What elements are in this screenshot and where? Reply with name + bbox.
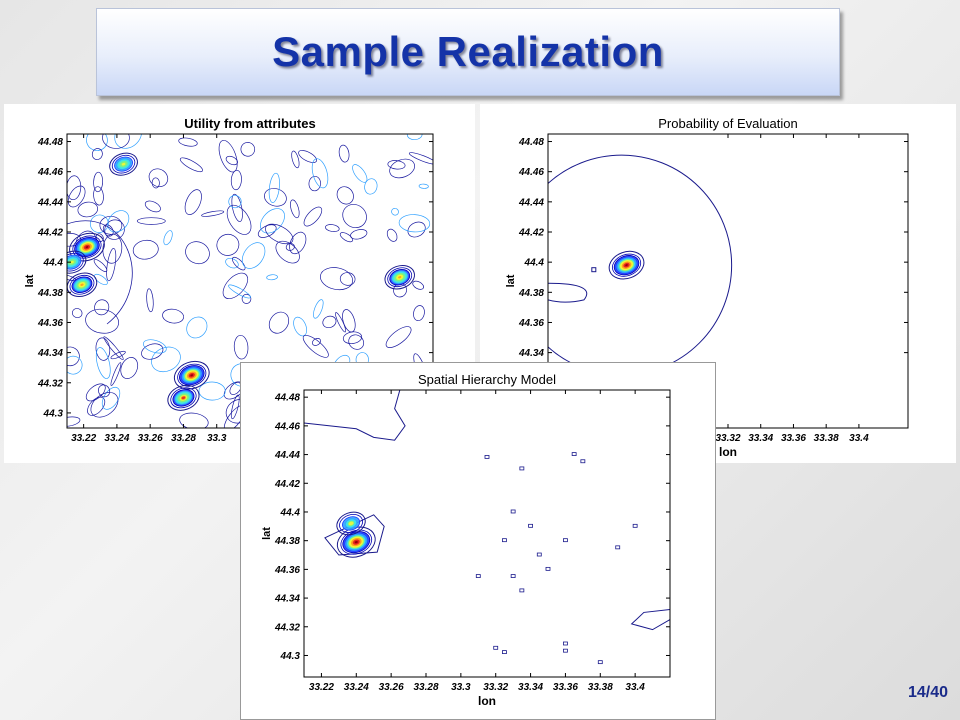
x-tick-label: 33.36 — [781, 433, 806, 444]
y-tick-label: 44.46 — [518, 167, 544, 178]
hotspot-1 — [67, 272, 98, 298]
y-tick-label: 44.34 — [37, 348, 63, 359]
y-tick-label: 44.36 — [518, 318, 544, 329]
x-tick-label: 33.38 — [814, 433, 839, 444]
x-tick-label: 33.4 — [849, 433, 869, 444]
x-tick-label: 33.28 — [413, 682, 438, 693]
chart-title: Spatial Hierarchy Model — [418, 372, 556, 387]
y-tick-label: 44.4 — [524, 258, 545, 269]
y-tick-label: 44.32 — [37, 378, 63, 389]
y-tick-label: 44.48 — [37, 137, 63, 148]
x-tick-label: 33.24 — [344, 682, 369, 693]
y-tick-label: 44.44 — [37, 197, 63, 208]
y-tick-label: 44.3 — [43, 408, 64, 419]
chart-panel-spatial-hierarchy: 33.22 33.24 33.26 33.28 33.3 33.32 33.34 33.36 3… — [240, 362, 716, 720]
y-tick-label: 44.3 — [280, 651, 301, 662]
x-axis-label: lon — [719, 445, 737, 459]
y-tick-label: 44.38 — [274, 536, 300, 547]
hotspot-0 — [608, 250, 645, 280]
x-axis-label: lon — [478, 694, 496, 708]
x-tick-label: 33.32 — [715, 433, 740, 444]
y-tick-label: 44.44 — [274, 450, 300, 461]
x-tick-label: 33.34 — [518, 682, 543, 693]
plot-area — [304, 390, 670, 665]
slide-title-box: Sample Realization — [96, 8, 840, 96]
x-tick-label: 33.34 — [748, 433, 773, 444]
chart-title: Utility from attributes — [184, 116, 315, 131]
y-tick-label: 44.46 — [37, 167, 63, 178]
slide-page-number: 14/40 — [907, 684, 948, 701]
y-tick-label: 44.42 — [274, 479, 300, 490]
x-tick-label: 33.28 — [171, 433, 196, 444]
x-tick-label: 33.3 — [207, 433, 227, 444]
x-tick-label: 33.22 — [71, 433, 96, 444]
slide-title: Sample Realization — [272, 28, 664, 75]
y-tick-label: 44.44 — [518, 197, 544, 208]
x-tick-label: 33.4 — [625, 682, 645, 693]
hotspot-5 — [167, 384, 200, 411]
y-axis-label: lat — [505, 274, 517, 287]
y-tick-label: 44.48 — [274, 393, 300, 404]
chart-spatial-hierarchy-model: 33.22 33.24 33.26 33.28 33.3 33.32 33.34 33.36 3… — [261, 372, 671, 708]
y-tick-label: 44.4 — [280, 507, 301, 518]
y-tick-label: 44.42 — [518, 228, 544, 239]
y-tick-label: 44.36 — [274, 565, 300, 576]
y-axis-label: lat — [261, 527, 273, 540]
y-axis-label: lat — [24, 274, 36, 287]
y-tick-label: 44.42 — [37, 228, 63, 239]
y-tick-label: 44.46 — [274, 421, 300, 432]
hotspot-6 — [384, 264, 415, 290]
x-tick-label: 33.26 — [379, 682, 404, 693]
hotspot-3 — [109, 152, 138, 176]
y-tick-label: 44.34 — [518, 348, 544, 359]
x-tick-label: 33.24 — [104, 433, 129, 444]
x-tick-label: 33.22 — [309, 682, 334, 693]
y-tick-label: 44.34 — [274, 594, 300, 605]
chart-title: Probability of Evaluation — [658, 116, 797, 131]
plot-area — [548, 154, 733, 376]
x-tick-label: 33.26 — [138, 433, 163, 444]
x-tick-label: 33.32 — [483, 682, 508, 693]
x-tick-label: 33.36 — [553, 682, 578, 693]
y-tick-label: 44.4 — [43, 258, 64, 269]
x-tick-label: 33.38 — [588, 682, 613, 693]
y-tick-label: 44.38 — [518, 288, 544, 299]
y-tick-label: 44.36 — [37, 318, 63, 329]
y-tick-label: 44.32 — [274, 622, 300, 633]
y-tick-label: 44.38 — [37, 288, 63, 299]
y-tick-label: 44.48 — [518, 137, 544, 148]
x-tick-label: 33.3 — [451, 682, 471, 693]
